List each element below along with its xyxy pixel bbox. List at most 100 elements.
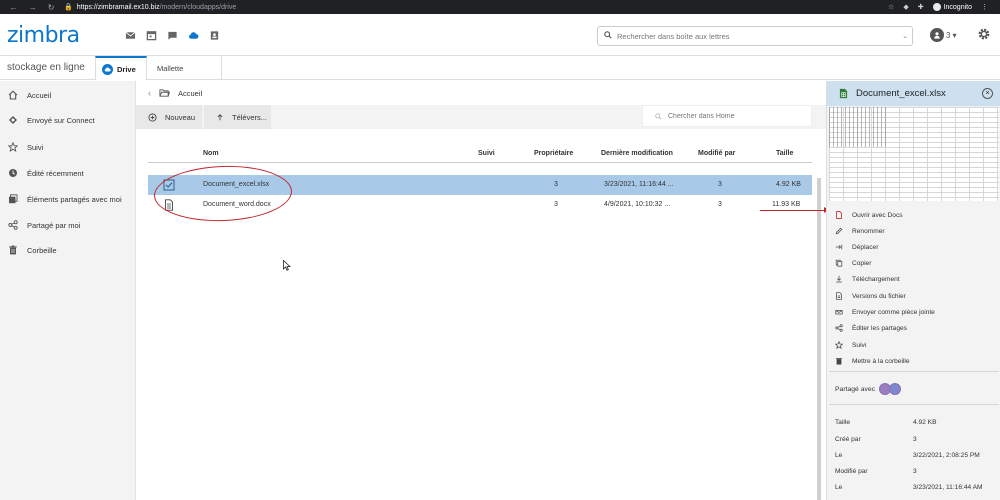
browser-menu-icon[interactable]: ⋮ [981,3,988,11]
col-size[interactable]: Taille [776,150,793,157]
sidebar-item-shared-by-me[interactable]: Partagé par moi [8,218,134,232]
mail-icon[interactable] [124,29,137,41]
trash-icon [9,245,17,255]
puzzle-icon[interactable]: ✚ [918,3,924,11]
zimbra-logo[interactable]: zimbra [7,23,80,48]
document-icon [836,211,842,219]
app-tab-row: stockage en ligne Drive Mallette [0,56,1000,80]
extension-icon[interactable]: ◆ [903,3,908,11]
folder-open-icon [159,89,170,97]
file-preview [829,107,999,201]
app-title: stockage en ligne [7,62,85,73]
close-icon[interactable]: × [982,88,993,99]
app-header: zimbra ⌄ 3 ▾ [0,14,1000,56]
upload-button[interactable]: Télévers... [204,105,271,129]
copy-icon [835,259,843,267]
meta-row: Taille 4.92 KB [835,419,937,426]
add-icon [148,112,157,122]
share-icon [8,220,18,230]
details-panel: Document_excel.xlsx × Ouvrir avec Docs R… [826,81,1000,500]
forward-icon[interactable]: → [29,3,37,12]
chat-icon[interactable] [166,29,179,41]
trash-icon [835,358,843,365]
search-icon [604,31,612,41]
tab-drive[interactable]: Drive [95,56,147,80]
bookmark-star-icon[interactable]: ☆ [888,3,894,11]
search-icon [655,112,662,120]
share-icon [835,324,843,332]
file-modified: 4/9/2021, 10:10:32 ... [604,201,671,208]
action-follow[interactable]: Suivi [835,339,995,351]
col-modified-by[interactable]: Modifié par [698,150,735,157]
filter-input[interactable] [668,112,759,120]
gear-icon[interactable] [977,27,991,43]
sidebar-item-accueil[interactable]: Accueil [8,88,134,102]
calendar-icon[interactable] [145,29,158,41]
upload-icon [217,113,223,120]
action-move[interactable]: Déplacer [835,241,995,253]
star-icon [835,341,843,349]
filter-box[interactable] [642,105,812,127]
scrollbar[interactable] [817,178,821,500]
file-owner: 3 [554,181,558,188]
annotation-arrow [760,207,829,213]
chevron-left-icon[interactable]: ‹ [148,88,151,98]
meta-row: Modifié par 3 [835,468,917,475]
panel-divider [829,404,999,405]
col-owner[interactable]: Propriétaire [534,150,573,157]
address-bar[interactable]: 🔒 https://zimbramail.ex10.biz/modern/clo… [60,3,888,12]
url-host: https://zimbramail.ex10.biz [76,3,160,11]
sidebar: Accueil Envoyé sur Connect Suivi Édité r… [0,81,136,500]
search-box[interactable]: ⌄ [597,26,913,46]
back-icon[interactable]: ← [10,3,18,12]
user-menu[interactable]: 3 ▾ [930,28,956,42]
shared-with-me-icon [9,194,18,204]
caret-down-icon: ▾ [952,30,957,40]
file-size: 4.92 KB [776,181,801,188]
col-followed[interactable]: Suivi [478,150,495,157]
browser-toolbar: ← → ↻ 🔒 https://zimbramail.ex10.biz/mode… [0,0,1000,14]
sidebar-item-corbeille[interactable]: Corbeille [8,243,134,257]
avatar [930,28,944,42]
incognito-indicator[interactable]: Incognito [932,3,972,11]
file-modified: 3/23/2021, 11:16:44 ... [604,181,674,188]
new-button[interactable]: Nouveau [136,105,202,129]
breadcrumb: ‹ Accueil [136,81,826,105]
reload-icon[interactable]: ↻ [48,3,55,12]
panel-header: Document_excel.xlsx × [827,81,1000,106]
clock-icon [9,169,17,177]
sidebar-item-connect[interactable]: Envoyé sur Connect [8,113,134,127]
action-open-docs[interactable]: Ouvrir avec Docs [835,209,995,221]
connect-icon [9,116,17,124]
chevron-down-icon[interactable]: ⌄ [898,32,912,40]
tab-mallette[interactable]: Mallette [147,56,222,80]
col-modified[interactable]: Dernière modification [601,150,673,157]
star-icon [8,142,18,152]
action-edit-shares[interactable]: Éditer les partages [835,322,995,334]
action-send-attachment[interactable]: Envoyer comme pièce jointe [835,306,995,318]
col-name[interactable]: Nom [203,150,219,157]
action-download[interactable]: Téléchargement [835,273,995,285]
table-header: Nom Suivi Propriétaire Dernière modifica… [148,145,812,163]
preview-header-cells [829,107,889,147]
search-input[interactable] [617,31,898,41]
action-rename[interactable]: Renommer [835,225,995,237]
drive-cloud-icon[interactable] [187,29,200,41]
panel-divider [829,371,999,372]
sidebar-item-recent[interactable]: Édité récemment [8,166,134,180]
url-path: /modern/cloudapps/drive [159,3,237,11]
panel-title: Document_excel.xlsx [856,88,946,99]
action-copy[interactable]: Copier [835,257,995,269]
action-trash[interactable]: Mettre à la corbeille [835,355,995,367]
shared-with[interactable]: Partagé avec [835,383,902,395]
attach-icon [835,310,843,315]
sidebar-item-suivi[interactable]: Suivi [8,140,134,154]
sidebar-item-shared-with-me[interactable]: Éléments partagés avec moi [8,192,134,206]
breadcrumb-folder[interactable]: Accueil [178,89,202,98]
incognito-icon [932,3,941,11]
contacts-icon[interactable] [208,29,221,41]
mouse-cursor-icon [283,260,291,271]
browser-nav: ← → ↻ [0,3,60,12]
action-versions[interactable]: Versions du fichier [835,290,995,302]
cloud-icon [102,63,113,75]
